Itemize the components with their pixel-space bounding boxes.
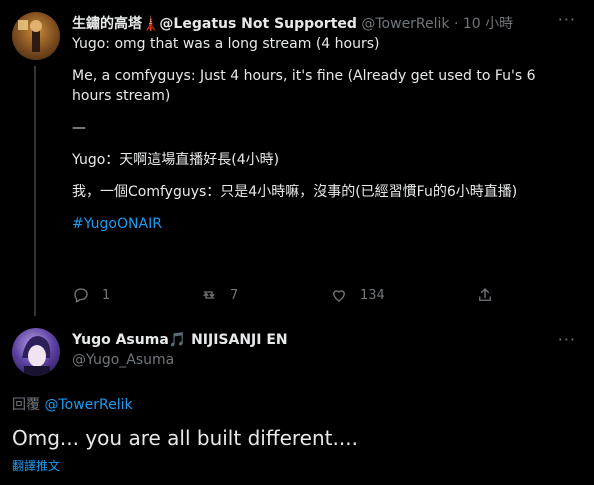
tweet-original[interactable]: 生鏽的高塔🗼@Legatus Not Supported @TowerRelik… [0, 0, 594, 316]
share-icon [479, 288, 491, 301]
thread-line [34, 66, 36, 316]
share-button[interactable] [476, 286, 494, 304]
retweet-icon [203, 291, 215, 299]
tweet-text: Omg... you are all built different.... [12, 426, 358, 450]
handle[interactable]: @Yugo_Asuma [72, 352, 174, 368]
avatar-towerrelik[interactable] [12, 12, 60, 60]
reply-count: 1 [102, 287, 111, 303]
timestamp[interactable]: · 10 小時 [454, 16, 513, 32]
like-icon [333, 290, 345, 302]
avatar-yugo[interactable] [12, 328, 60, 376]
reply-context: 回覆 @TowerRelik [12, 394, 133, 414]
more-icon[interactable]: ··· [558, 330, 576, 349]
reply-prefix: 回覆 [12, 397, 40, 413]
display-name[interactable]: 生鏽的高塔🗼@Legatus Not Supported [72, 16, 357, 32]
tweet-actions: 1 7 134 [72, 286, 512, 306]
reply-button[interactable]: 1 [72, 286, 110, 304]
like-button[interactable]: 134 [330, 286, 385, 304]
tweet-line: 我，一個Comfyguys：只是4小時嘛，沒事的(已經習慣Fu的6小時直播) [72, 184, 518, 200]
like-count: 134 [360, 287, 385, 303]
handle[interactable]: @TowerRelik [361, 16, 449, 32]
display-name[interactable]: Yugo Asuma🎵 NIJISANJI EN [72, 332, 288, 348]
tweet-line: — [72, 120, 86, 136]
tweet-header: 生鏽的高塔🗼@Legatus Not Supported @TowerRelik… [72, 13, 513, 33]
translate-link[interactable]: 翻譯推文 [12, 457, 60, 474]
tweet-line: Me, a comfyguys: Just 4 hours, it's fine… [72, 68, 536, 104]
hashtag-link[interactable]: #YugoONAIR [72, 214, 572, 234]
more-icon[interactable]: ··· [558, 10, 576, 29]
retweet-button[interactable]: 7 [200, 286, 238, 304]
tweet-text: Yugo: omg that was a long stream (4 hour… [72, 34, 572, 234]
retweet-count: 7 [230, 287, 239, 303]
tweet-line: Yugo: omg that was a long stream (4 hour… [72, 36, 380, 52]
reply-to-link[interactable]: @TowerRelik [44, 397, 132, 413]
tweet-reply[interactable]: Yugo Asuma🎵 NIJISANJI EN @Yugo_Asuma ···… [0, 316, 594, 485]
reply-icon [74, 288, 88, 303]
tweet-line: Yugo：天啊這場直播好長(4小時) [72, 152, 280, 168]
